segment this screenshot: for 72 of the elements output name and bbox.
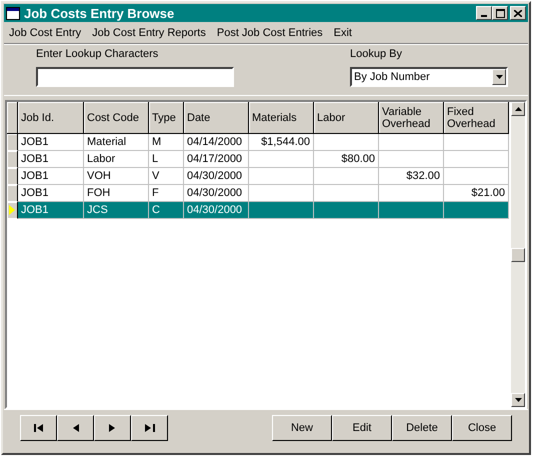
menu-item[interactable]: Exit — [334, 26, 352, 38]
action-button[interactable]: Edit — [332, 415, 392, 441]
last-record-button[interactable] — [131, 415, 168, 441]
table-cell: 04/14/2000 — [187, 136, 242, 148]
table-row[interactable]: JOB1 Material M 04/14/2000 $1,544.00 — [7, 134, 509, 151]
table-cell: JOB1 — [21, 170, 49, 182]
row-header — [7, 168, 18, 185]
column-header[interactable]: Variable Overhead — [379, 102, 444, 134]
column-header[interactable]: Materials — [249, 102, 314, 134]
table-cell: $1,544.00 — [261, 136, 310, 148]
minimize-button[interactable] — [476, 6, 492, 20]
scroll-up-icon — [514, 107, 522, 111]
scroll-down-icon — [514, 398, 522, 402]
action-button[interactable]: Delete — [392, 415, 452, 441]
column-header[interactable]: Type — [149, 102, 184, 134]
maximize-icon — [496, 8, 504, 18]
lookup-field[interactable] — [36, 67, 234, 87]
row-header — [7, 185, 18, 202]
next-record-icon — [109, 424, 116, 432]
table-cell: FOH — [87, 187, 110, 199]
lookup-by-label: Lookup By — [350, 48, 403, 60]
dropdown-arrow-icon — [496, 75, 502, 79]
previous-record-icon — [72, 424, 79, 432]
table-cell: 04/30/2000 — [187, 204, 242, 216]
column-header[interactable]: Job Id. — [18, 102, 84, 134]
current-row-icon — [9, 205, 15, 215]
table-cell: C — [152, 204, 160, 216]
column-header[interactable]: Labor — [314, 102, 379, 134]
table-cell: JOB1 — [21, 187, 49, 199]
table-cell: JCS — [87, 204, 108, 216]
table-cell: 04/30/2000 — [187, 187, 242, 199]
window-icon — [6, 6, 20, 20]
column-header[interactable]: Cost Code — [84, 102, 149, 134]
lookup-by-dropdown[interactable]: By Job Number — [350, 67, 508, 87]
first-record-button[interactable] — [20, 415, 57, 441]
table-row[interactable]: JOB1 VOH V 04/30/2000 $32.00 — [7, 168, 509, 185]
first-record-icon — [34, 424, 44, 432]
table-cell: JOB1 — [21, 204, 49, 216]
row-header — [7, 151, 18, 168]
table-cell: 04/30/2000 — [187, 170, 242, 182]
table-cell: $21.00 — [471, 187, 505, 199]
table-cell: M — [152, 136, 162, 148]
table-cell: Material — [87, 136, 126, 148]
last-record-icon — [144, 424, 154, 432]
next-record-button[interactable] — [94, 415, 131, 441]
maximize-button[interactable] — [492, 6, 508, 20]
table-cell: F — [152, 187, 159, 199]
table-row[interactable]: JOB1 Labor L 04/17/2000 $80.00 — [7, 151, 509, 168]
close-button[interactable] — [510, 6, 526, 20]
menu-item[interactable]: Job Cost Entry Reports — [92, 26, 206, 38]
table-cell: JOB1 — [21, 153, 49, 165]
table-row[interactable]: JOB1 JCS C 04/30/2000 — [7, 202, 509, 219]
menu-item[interactable]: Post Job Cost Entries — [216, 26, 323, 38]
table-cell: $32.00 — [406, 170, 440, 182]
table-cell: VOH — [87, 170, 111, 182]
previous-record-button[interactable] — [57, 415, 94, 441]
table-cell: Labor — [87, 153, 116, 165]
column-header[interactable]: Date — [184, 102, 249, 134]
action-button[interactable]: Close — [452, 415, 512, 441]
vertical-scrollbar[interactable] — [511, 102, 525, 407]
table-cell: JOB1 — [21, 136, 49, 148]
table-cell: $80.00 — [341, 153, 375, 165]
action-button[interactable]: New — [272, 415, 332, 441]
lookup-label: Enter Lookup Characters — [36, 48, 160, 60]
menu-item[interactable]: Job Cost Entry — [9, 26, 82, 38]
close-icon — [514, 10, 522, 16]
column-header[interactable]: Fixed Overhead — [444, 102, 509, 134]
scroll-thumb[interactable] — [511, 248, 525, 262]
table-cell: 04/17/2000 — [187, 153, 242, 165]
table-cell: L — [152, 153, 158, 165]
table-cell: V — [152, 170, 160, 182]
window-title: Job Costs Entry Browse — [24, 6, 176, 20]
